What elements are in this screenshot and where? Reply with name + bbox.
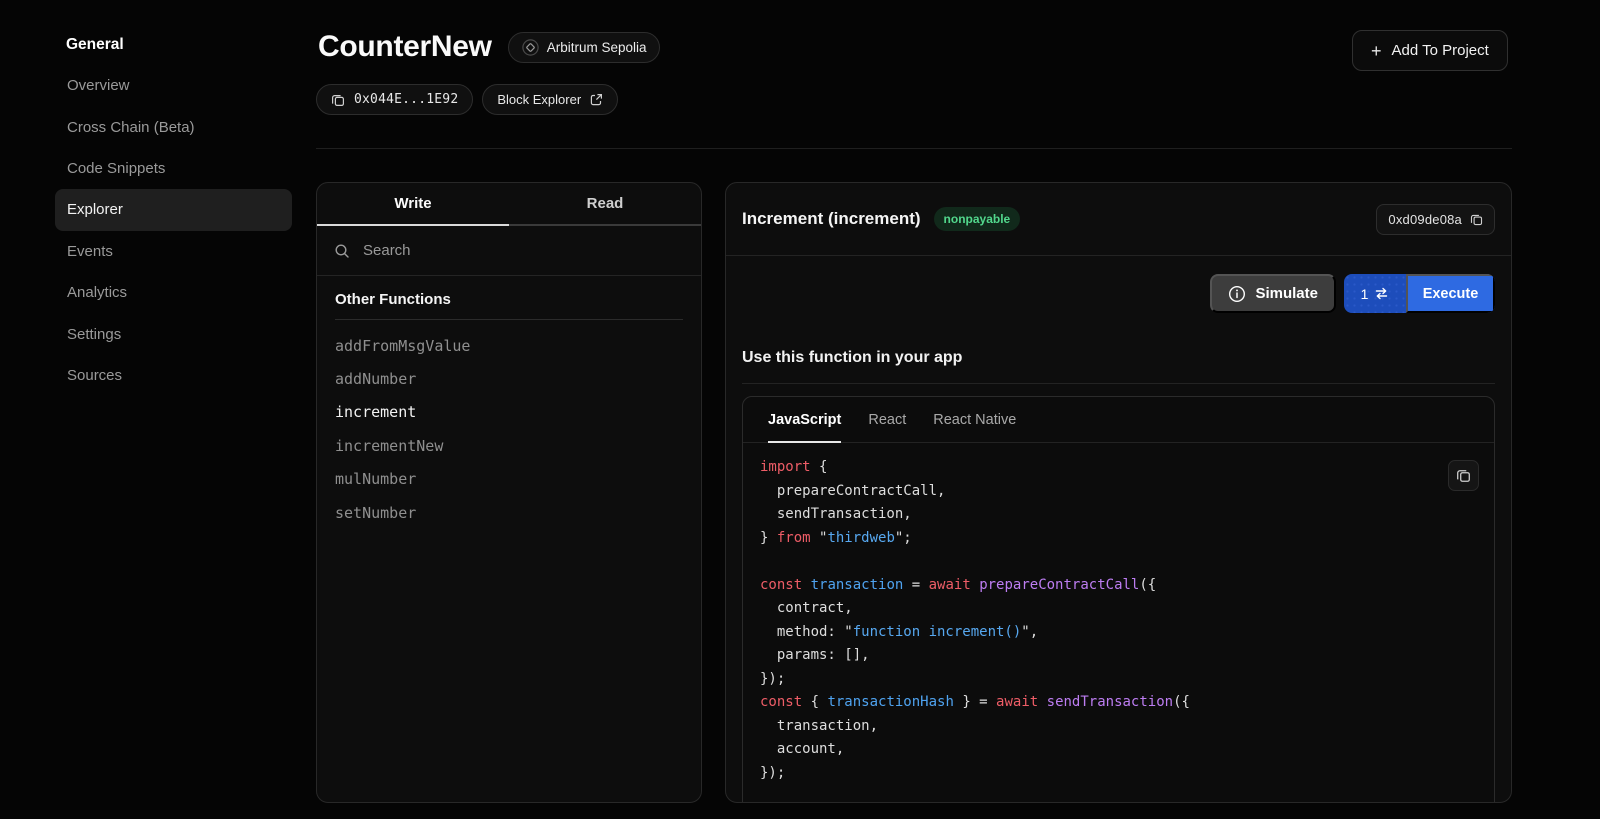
add-to-project-label: Add To Project	[1392, 42, 1489, 59]
sidebar-item-cross-chain-beta[interactable]: Cross Chain (Beta)	[55, 106, 292, 147]
network-icon	[522, 39, 539, 56]
simulate-button[interactable]: Simulate	[1210, 274, 1336, 313]
function-item-increment[interactable]: increment	[335, 396, 683, 429]
use-function-heading: Use this function in your app	[742, 349, 1495, 384]
code-block: import { prepareContractCall, sendTransa…	[743, 443, 1494, 785]
code-line: const transaction = await prepareContrac…	[760, 574, 1494, 598]
sidebar-item-sources[interactable]: Sources	[55, 355, 292, 396]
action-row: Simulate 1 Execute	[726, 256, 1511, 313]
info-icon	[1228, 285, 1246, 303]
mutability-badge: nonpayable	[934, 207, 1021, 231]
execute-count: 1	[1361, 286, 1369, 302]
function-item-mulnumber[interactable]: mulNumber	[335, 463, 683, 496]
execute-label: Execute	[1423, 286, 1479, 302]
sidebar-item-explorer[interactable]: Explorer	[55, 189, 292, 230]
code-line: account,	[760, 738, 1494, 762]
tab-write[interactable]: Write	[317, 183, 509, 226]
header-divider	[316, 148, 1512, 149]
search-row	[317, 226, 701, 276]
functions-list: addFromMsgValueaddNumberincrementincreme…	[335, 329, 683, 529]
execute-count-segment[interactable]: 1	[1344, 274, 1406, 313]
function-detail-panel: Increment (increment) nonpayable 0xd09de…	[725, 182, 1512, 803]
external-link-icon	[590, 93, 603, 106]
code-line: const { transactionHash } = await sendTr…	[760, 691, 1494, 715]
code-line: params: [],	[760, 644, 1494, 668]
code-tab-react[interactable]: React	[868, 397, 906, 442]
page-title: CounterNew	[318, 30, 492, 64]
function-item-setnumber[interactable]: setNumber	[335, 496, 683, 529]
sidebar-item-events[interactable]: Events	[55, 231, 292, 272]
code-tab-react-native[interactable]: React Native	[933, 397, 1016, 442]
search-input[interactable]	[361, 241, 684, 260]
address-row: 0x044E...1E92 Block Explorer	[316, 84, 618, 115]
sidebar: General OverviewCross Chain (Beta)Code S…	[55, 28, 292, 396]
code-tab-bar: JavaScript React React Native	[743, 397, 1494, 443]
function-selector: 0xd09de08a	[1388, 212, 1462, 227]
code-line	[760, 550, 1494, 574]
block-explorer-label: Block Explorer	[497, 92, 581, 107]
code-line: method: "function increment()",	[760, 621, 1494, 645]
copy-icon	[331, 93, 345, 107]
functions-section-title: Other Functions	[335, 291, 683, 320]
sidebar-item-analytics[interactable]: Analytics	[55, 272, 292, 313]
code-card: JavaScript React React Native import { pre…	[742, 396, 1495, 803]
network-badge[interactable]: Arbitrum Sepolia	[508, 32, 661, 63]
sidebar-heading: General	[55, 28, 292, 65]
copy-icon	[1456, 468, 1471, 483]
function-item-incrementnew[interactable]: incrementNew	[335, 429, 683, 462]
code-line: });	[760, 668, 1494, 692]
execute-button-group: 1 Execute	[1344, 274, 1495, 313]
execute-button[interactable]: Execute	[1406, 274, 1495, 313]
network-badge-label: Arbitrum Sepolia	[547, 40, 647, 55]
code-line: contract,	[760, 597, 1494, 621]
swap-icon	[1374, 287, 1389, 300]
code-line: } from "thirdweb";	[760, 527, 1494, 551]
simulate-label: Simulate	[1255, 285, 1318, 302]
plus-icon: +	[1371, 42, 1382, 60]
add-to-project-button[interactable]: + Add To Project	[1352, 30, 1508, 71]
code-line: prepareContractCall,	[760, 480, 1494, 504]
page-header: CounterNew Arbitrum Sepolia	[318, 30, 660, 64]
code-line: import {	[760, 456, 1494, 480]
function-detail-header: Increment (increment) nonpayable 0xd09de…	[726, 183, 1511, 256]
code-line: transaction,	[760, 715, 1494, 739]
sidebar-item-settings[interactable]: Settings	[55, 313, 292, 354]
contract-address-button[interactable]: 0x044E...1E92	[316, 84, 473, 115]
sidebar-item-code-snippets[interactable]: Code Snippets	[55, 148, 292, 189]
sidebar-item-overview[interactable]: Overview	[55, 65, 292, 106]
functions-tab-bar: WriteRead	[317, 183, 701, 226]
block-explorer-button[interactable]: Block Explorer	[482, 84, 618, 115]
search-icon	[334, 243, 350, 259]
function-selector-button[interactable]: 0xd09de08a	[1376, 204, 1495, 235]
code-line: });	[760, 762, 1494, 786]
functions-panel: WriteRead Other Functions addFromMsgValu…	[316, 182, 702, 803]
copy-icon	[1470, 213, 1483, 226]
code-tab-javascript[interactable]: JavaScript	[768, 397, 841, 442]
sidebar-nav: OverviewCross Chain (Beta)Code SnippetsE…	[55, 65, 292, 396]
function-item-addnumber[interactable]: addNumber	[335, 362, 683, 395]
function-title: Increment (increment)	[742, 209, 921, 229]
function-item-addfrommsgvalue[interactable]: addFromMsgValue	[335, 329, 683, 362]
tab-read[interactable]: Read	[509, 183, 701, 226]
code-line: sendTransaction,	[760, 503, 1494, 527]
contract-address: 0x044E...1E92	[354, 92, 458, 107]
copy-code-button[interactable]	[1448, 460, 1479, 491]
functions-content: Other Functions addFromMsgValueaddNumber…	[317, 276, 701, 544]
